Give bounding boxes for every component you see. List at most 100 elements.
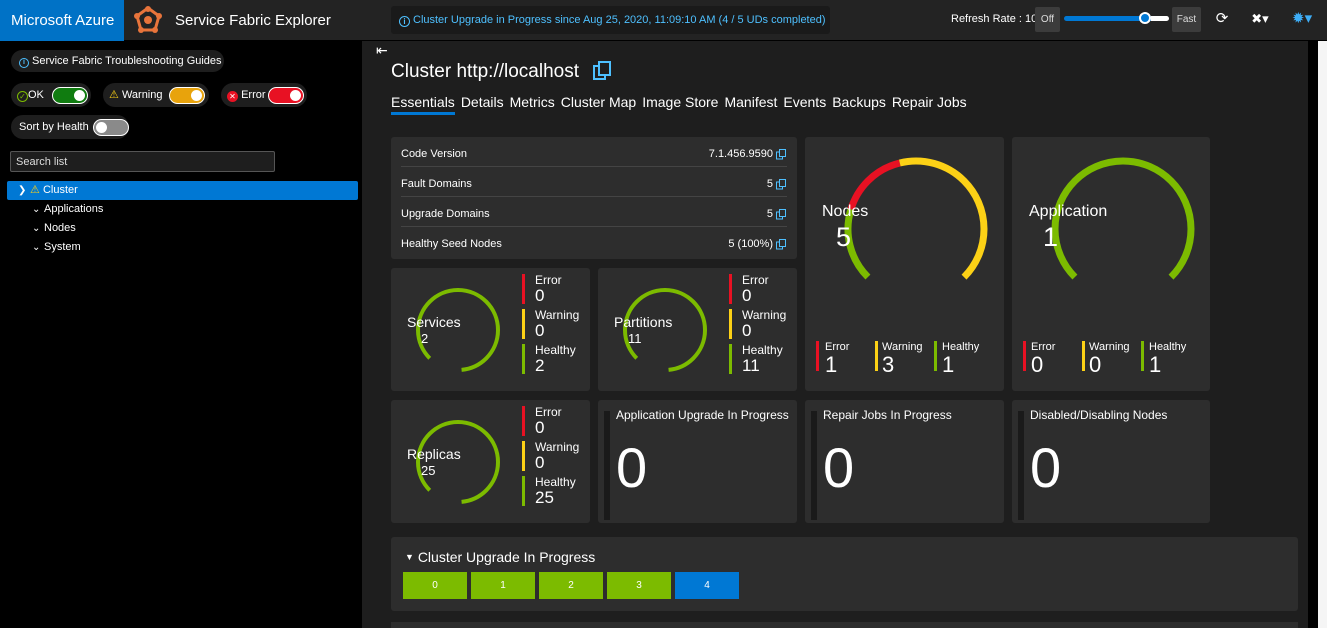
essentials-row: Upgrade Domains 5 [401,197,787,227]
scrollbar-thumb[interactable] [1318,41,1327,628]
essentials-card: Code Version 7.1.456.9590 Fault Domains 5 Up… [391,137,797,259]
disabled-nodes-card[interactable]: Disabled/Disabling Nodes 0 [1012,400,1210,523]
repair-jobs-card[interactable]: Repair Jobs In Progress 0 [805,400,1004,523]
replicas-error-stat: Error 0 [522,405,582,437]
troubleshooting-guides-link[interactable]: i Service Fabric Troubleshooting Guides [11,50,224,72]
stat-label: Warning [742,308,787,322]
services-warning-stat: Warning 0 [522,309,582,340]
application-healthy-stat: Healthy 1 [1141,341,1201,377]
upgrade-header[interactable]: ▼ Cluster Upgrade In Progress [405,549,595,565]
sort-label: Sort by Health [19,121,89,133]
partitions-card[interactable]: Partitions 11 Error 0 Warning 0 Healthy 11 [598,268,797,391]
search-input[interactable] [10,151,275,172]
replicas-total: 25 [421,463,436,478]
stat-value: 0 [742,321,752,340]
stat-value: 0 [535,453,545,472]
tree-label: Applications [44,203,104,215]
caret-down-icon: ▼ [405,552,414,562]
refresh-icon[interactable]: ⟳ [1212,9,1232,29]
copy-icon[interactable] [776,149,787,160]
title-url: http://localhost [456,61,579,82]
next-panel-edge [391,622,1298,628]
warning-icon: ⚠ [109,89,119,101]
slider-track-remaining [1151,16,1169,21]
stat-value: 0 [742,286,752,305]
essentials-value: 5 (100%) [728,238,773,250]
nodes-error-stat: Error 1 [816,341,876,377]
app-upgrade-card[interactable]: Application Upgrade In Progress 0 [598,400,797,523]
copy-icon[interactable] [776,209,787,220]
ok-toggle[interactable] [52,87,88,104]
stat-label: Error [535,273,562,287]
stat-value: 1 [825,352,838,377]
tab-repair-jobs[interactable]: Repair Jobs [892,94,967,112]
essentials-row: Healthy Seed Nodes 5 (100%) [401,227,787,257]
stat-label: Warning [535,440,580,454]
partitions-title: Partitions [614,314,673,330]
upgrade-domain-2[interactable]: 2 [539,572,603,599]
slider-thumb[interactable] [1139,12,1151,24]
replicas-warning-stat: Warning 0 [522,440,582,472]
tree-item-system[interactable]: ⌄ System [7,238,358,257]
warning-toggle[interactable] [169,87,205,104]
nodes-warning-stat: Warning 3 [875,341,935,377]
services-error-stat: Error 0 [522,273,582,305]
nodes-total: 5 [836,222,852,252]
tab-events[interactable]: Events [783,94,826,112]
top-bar: Microsoft Azure Service Fabric Explorer … [0,0,1327,41]
tab-metrics[interactable]: Metrics [510,94,555,112]
upgrade-domain-0[interactable]: 0 [403,572,467,599]
count-bar [811,411,817,520]
tab-details[interactable]: Details [461,94,504,112]
collapse-sidebar-icon[interactable]: ⇤ [376,42,388,59]
refresh-fast-button[interactable]: Fast [1172,7,1201,32]
tree-item-applications[interactable]: ⌄ Applications [7,200,358,219]
tree-item-cluster[interactable]: ❯ ⚠ Cluster [7,181,358,200]
tab-cluster-map[interactable]: Cluster Map [561,94,636,112]
stat-value: 11 [742,356,760,375]
upgrade-domain-3[interactable]: 3 [607,572,671,599]
upgrade-domain-1[interactable]: 1 [471,572,535,599]
cluster-upgrade-panel: ▼ Cluster Upgrade In Progress 01234 [391,537,1298,611]
stat-value: 0 [535,418,545,437]
application-card[interactable]: Application 1 Error 0 Warning 0 Healthy 1 [1012,137,1210,391]
upgrade-domain-4[interactable]: 4 [675,572,739,599]
nodes-card[interactable]: Nodes 5 Error 1 Warning 3 Healthy 1 [805,137,1004,391]
upgrade-banner[interactable]: i Cluster Upgrade in Progress since Aug 2… [391,6,830,34]
tab-backups[interactable]: Backups [832,94,886,112]
copy-icon[interactable] [776,239,787,250]
partitions-total: 11 [628,331,642,346]
app-upgrade-count: 0 [616,436,648,499]
refresh-rate-label: Refresh Rate : 10 [951,13,1038,25]
tools-icon[interactable]: ✖▾ [1250,9,1270,29]
stat-value: 1 [942,352,955,377]
app-title[interactable]: Service Fabric Explorer [175,0,331,41]
filter-warning: ⚠ Warning [103,83,209,107]
azure-brand-link[interactable]: Microsoft Azure [0,0,124,41]
replicas-ring [416,420,501,504]
partitions-healthy-stat: Healthy 11 [729,344,789,375]
services-card[interactable]: Services 2 Error 0 Warning 0 Healthy 2 [391,268,590,391]
essentials-value: 5 [766,208,773,220]
tab-image-store[interactable]: Image Store [642,94,718,112]
error-toggle[interactable] [268,87,304,104]
page-title: Cluster http://localhost [391,61,579,83]
tab-manifest[interactable]: Manifest [724,94,777,112]
warning-label: Warning [121,89,163,101]
error-label: Error [241,89,266,101]
tab-essentials[interactable]: Essentials [391,94,455,115]
sidebar-splitter[interactable] [362,41,372,628]
copy-icon[interactable] [592,60,614,82]
sort-toggle[interactable] [93,119,129,136]
stat-value: 0 [535,286,545,305]
replicas-card[interactable]: Replicas 25 Error 0 Warning 0 Healthy 25 [391,400,590,523]
copy-icon[interactable] [776,179,787,190]
stat-value: 0 [1031,352,1044,377]
services-title: Services [407,314,461,330]
stat-label: Healthy [535,343,576,357]
nodes-healthy-stat: Healthy 1 [934,341,994,377]
stat-label: Error [535,405,562,419]
refresh-off-button[interactable]: Off [1035,7,1060,32]
tree-item-nodes[interactable]: ⌄ Nodes [7,219,358,238]
bug-icon[interactable]: ✹▾ [1292,9,1312,29]
